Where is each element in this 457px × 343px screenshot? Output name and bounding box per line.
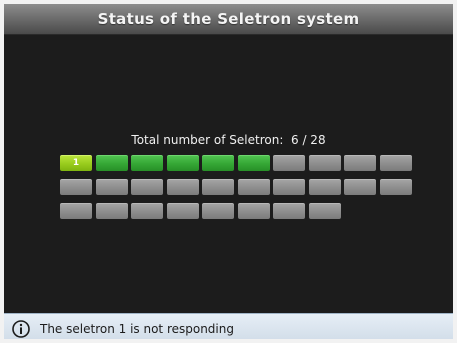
seletron-tile[interactable] (344, 155, 376, 171)
seletron-tile[interactable] (308, 203, 341, 219)
seletron-tile[interactable] (166, 155, 199, 171)
seletron-status-screen: Status of the Seletron system Total numb… (0, 0, 457, 343)
seletron-tile[interactable] (308, 155, 341, 171)
seletron-tile[interactable] (166, 179, 199, 195)
seletron-tile[interactable] (273, 203, 305, 219)
seletron-tile[interactable] (273, 155, 305, 171)
info-icon (12, 320, 30, 338)
seletron-tile[interactable] (237, 155, 270, 171)
seletron-tile[interactable] (202, 155, 234, 171)
seletron-tile[interactable] (131, 179, 163, 195)
counter-value: 6 / 28 (291, 133, 326, 147)
status-message: The seletron 1 is not responding (40, 322, 234, 336)
seletron-tile[interactable]: 1 (60, 155, 92, 171)
seletron-tile[interactable] (273, 179, 305, 195)
seletron-counter: Total number of Seletron: 6 / 28 (4, 132, 453, 148)
seletron-tile[interactable] (237, 179, 270, 195)
seletron-tile[interactable] (95, 155, 128, 171)
seletron-tile[interactable] (202, 179, 234, 195)
seletron-tile[interactable] (308, 179, 341, 195)
seletron-tile[interactable] (202, 203, 234, 219)
page-title: Status of the Seletron system (4, 4, 453, 35)
status-bar: The seletron 1 is not responding (4, 313, 453, 339)
seletron-tile[interactable] (237, 203, 270, 219)
seletron-tile[interactable] (379, 155, 412, 171)
seletron-tile[interactable] (379, 179, 412, 195)
seletron-grid: 1 (60, 155, 414, 219)
counter-label: Total number of Seletron: (131, 133, 284, 147)
seletron-tile[interactable] (60, 179, 92, 195)
seletron-tile[interactable] (131, 203, 163, 219)
seletron-tile[interactable] (60, 203, 92, 219)
seletron-tile[interactable] (344, 179, 376, 195)
seletron-tile[interactable] (166, 203, 199, 219)
seletron-tile[interactable] (95, 203, 128, 219)
seletron-tile[interactable] (131, 155, 163, 171)
seletron-tile[interactable] (95, 179, 128, 195)
